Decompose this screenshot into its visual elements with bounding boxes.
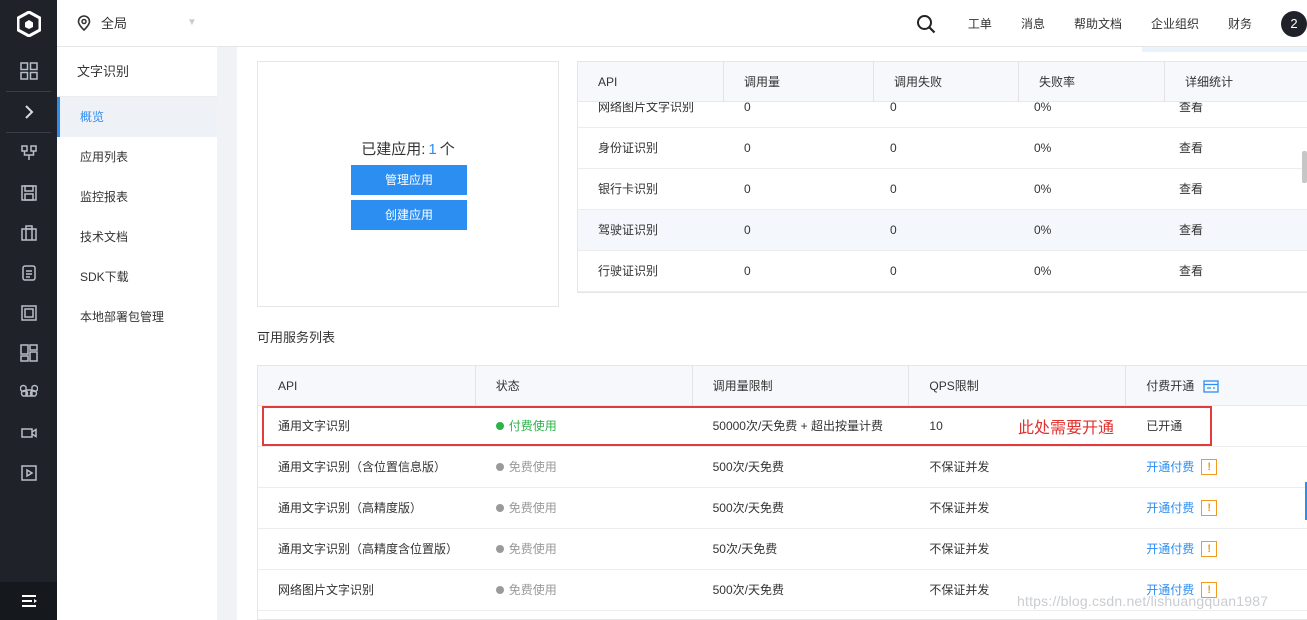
table-row: 行驶证识别 0 0 0% 查看 — [578, 251, 1307, 292]
col-call-limit: 调用量限制 — [693, 366, 910, 406]
video-icon[interactable] — [0, 413, 57, 453]
grid-icon[interactable] — [0, 51, 57, 91]
annotation-text: 此处需要开通 — [1018, 420, 1115, 437]
view-link[interactable]: 查看 — [1159, 210, 1203, 250]
table-row: 通用文字识别（高精度版） 免费使用 500次/天免费 不保证并发 开通付费! — [258, 488, 1307, 529]
col-detail: 详细统计 — [1185, 75, 1234, 89]
col-status: 状态 — [476, 366, 693, 406]
view-link[interactable]: 查看 — [1159, 251, 1203, 291]
manage-app-button[interactable]: 管理应用 — [351, 165, 467, 195]
scrollbar[interactable] — [1302, 151, 1307, 183]
sidebar-header: 文字识别 — [57, 47, 217, 97]
table-row: 银行卡识别 0 0 0% 查看 — [578, 169, 1307, 210]
dashboard-icon[interactable] — [0, 333, 57, 373]
services-table-header: API 状态 调用量限制 QPS限制 付费开通 — [258, 366, 1307, 406]
secondary-sidebar: 文字识别 概览 应用列表 监控报表 技术文档 SDK下载 本地部署包管理 — [57, 47, 217, 620]
col-fail-rate: 失败率 — [1019, 62, 1165, 102]
warning-icon[interactable]: ! — [1201, 500, 1218, 516]
status-badge: 免费使用 — [476, 447, 693, 487]
nav-messages[interactable]: 消息 — [1021, 15, 1045, 32]
search-icon[interactable] — [916, 14, 936, 34]
document-icon[interactable] — [0, 253, 57, 293]
chevron-down-icon: ▼ — [187, 17, 197, 28]
col-calls: 调用量 — [724, 62, 874, 102]
play-icon[interactable] — [0, 453, 57, 493]
view-link[interactable]: 查看 — [1159, 128, 1203, 168]
user-avatar-badge[interactable]: 2 — [1281, 10, 1307, 37]
main-content: 已建应用: 1 个 管理应用 创建应用 网络图片文字识别 0 0 0% 查看 身份证… — [237, 47, 1307, 620]
billing-icon[interactable] — [1203, 379, 1219, 393]
expand-chevron-icon[interactable] — [0, 92, 57, 132]
table-row: 通用文字识别（含位置信息版） 免费使用 500次/天免费 不保证并发 开通付费! — [258, 447, 1307, 488]
create-app-button[interactable]: 创建应用 — [351, 200, 467, 230]
region-label: 全局 — [101, 16, 128, 31]
stats-table-header: API 调用量 调用失败 失败率 详细统计 — [578, 62, 1307, 102]
sidebar-item-tech-docs[interactable]: 技术文档 — [57, 217, 217, 257]
enable-billing-link[interactable]: 开通付费 — [1146, 529, 1194, 569]
watermark: https://blog.csdn.net/lishuangquan1987 — [1017, 593, 1269, 609]
top-nav: 工单 消息 帮助文档 企业组织 财务 2 — [916, 0, 1307, 47]
save-icon[interactable] — [0, 173, 57, 213]
status-badge: 免费使用 — [476, 488, 693, 528]
table-row: 驾驶证识别 0 0 0% 查看 — [578, 210, 1307, 251]
view-link[interactable]: 查看 — [1159, 169, 1203, 209]
enable-billing-link[interactable]: 开通付费 — [1146, 488, 1194, 528]
services-title: 可用服务列表 — [257, 330, 336, 345]
col-api: API — [258, 366, 476, 406]
warning-icon[interactable]: ! — [1201, 541, 1218, 557]
apps-card: 已建应用: 1 个 管理应用 创建应用 — [257, 61, 559, 307]
nav-enterprise[interactable]: 企业组织 — [1151, 15, 1199, 32]
command-icon[interactable] — [0, 373, 57, 413]
icon-rail — [0, 0, 57, 620]
enable-billing-link[interactable]: 开通付费 — [1146, 447, 1194, 487]
logo-icon[interactable] — [0, 0, 57, 47]
building-icon[interactable] — [0, 213, 57, 253]
view-link[interactable]: 查看 — [1159, 101, 1203, 127]
top-bar: 全局 ▼ 工单 消息 帮助文档 企业组织 财务 2 — [57, 0, 1307, 47]
sidebar-item-app-list[interactable]: 应用列表 — [57, 137, 217, 177]
col-qps: QPS限制 — [909, 366, 1127, 406]
warning-icon[interactable]: ! — [1201, 459, 1218, 475]
sidebar-item-overview[interactable]: 概览 — [57, 97, 217, 137]
sidebar-item-sdk[interactable]: SDK下载 — [57, 257, 217, 297]
col-paid: 付费开通 — [1126, 366, 1307, 406]
location-pin-icon — [77, 14, 91, 31]
table-row: 身份证识别 0 0 0% 查看 — [578, 128, 1307, 169]
menu-toggle-icon[interactable] — [0, 582, 57, 620]
table-row: 通用文字识别（高精度含位置版） 免费使用 50次/天免费 不保证并发 开通付费! — [258, 529, 1307, 570]
app-count: 已建应用: 1 个 — [361, 141, 455, 158]
table-row: 网络图片文字识别 0 0 0% 查看 — [578, 101, 1307, 128]
col-api: API — [578, 62, 724, 102]
nav-help-docs[interactable]: 帮助文档 — [1074, 15, 1122, 32]
network-icon[interactable] — [0, 133, 57, 173]
status-badge: 免费使用 — [476, 570, 693, 610]
nav-finance[interactable]: 财务 — [1228, 15, 1252, 32]
usage-stats-table: 网络图片文字识别 0 0 0% 查看 身份证识别 0 0 0% 查看 银行卡识别… — [577, 61, 1307, 293]
status-badge: 免费使用 — [476, 529, 693, 569]
nav-ticket[interactable]: 工单 — [968, 15, 992, 32]
col-fails: 调用失败 — [874, 62, 1019, 102]
sidebar-item-local-deploy[interactable]: 本地部署包管理 — [57, 297, 217, 337]
region-selector[interactable]: 全局 ▼ — [77, 13, 197, 32]
layers-icon[interactable] — [0, 293, 57, 333]
sidebar-item-monitor[interactable]: 监控报表 — [57, 177, 217, 217]
services-table: API 状态 调用量限制 QPS限制 付费开通 通用文字识别 付费使用 5000… — [257, 365, 1307, 620]
